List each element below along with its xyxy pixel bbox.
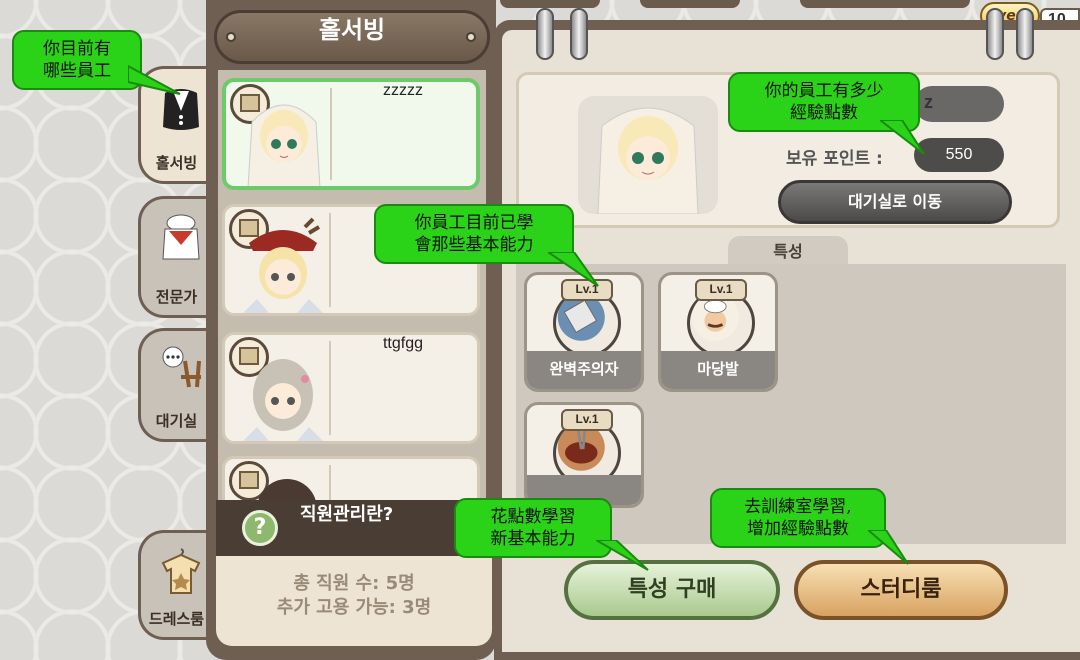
trait-card[interactable]: Lv.1 마당발 [658,272,778,392]
tab-label: 드레스룸 [148,610,205,628]
callout-line: 你員工目前已學 [414,213,534,233]
name-field: z [914,86,1004,122]
top-frame-piece [800,0,970,8]
callout-buy: 花點數學習 新基本能力 [454,498,612,558]
employee-avatar [247,104,321,186]
points-label: 보유 포인트 : [786,149,883,169]
help-label[interactable]: 직원관리란? [300,500,393,556]
callout-employees: 你目前有 哪些員工 [12,30,142,90]
dress-hanger-icon [161,548,201,594]
callout-line: 花點數學習 [490,507,576,527]
callout-tail [868,530,909,565]
trait-level: Lv.1 [695,279,747,301]
card-divider [330,88,332,180]
callout-line: 你的員工有多少 [764,81,884,101]
employee-card[interactable] [222,456,480,506]
top-frame-piece [500,0,600,8]
callout-tail [548,252,599,287]
trait-name: 완벽주의자 [527,351,641,389]
binder-ring [1016,8,1034,60]
callout-line: 增加經驗點數 [747,519,849,539]
tab-label: 전문가 [155,288,198,306]
extra-hire: 추가 고용 가능: 3명 [276,597,432,618]
tab-label: 홀서빙 [155,154,198,172]
callout-tail [596,540,649,571]
callout-tail [128,64,181,95]
trait-card[interactable]: Lv.1 [524,402,644,508]
total-staff: 총 직원 수: 5명 [293,573,415,594]
callout-line: 哪些員工 [43,61,111,81]
card-divider [329,465,331,500]
question-icon[interactable]: ? [242,510,278,546]
employee-card[interactable]: zzzzz [222,78,480,190]
employee-card[interactable]: ttgfgg [222,332,480,444]
move-to-waiting-room-button[interactable]: 대기실로 이동 [778,180,1012,224]
trait-level: Lv.1 [561,409,613,431]
tab-label: 대기실 [155,412,198,430]
top-frame-piece [640,0,740,8]
staff-stats: 총 직원 수: 5명 추가 고용 가능: 3명 [216,556,492,646]
callout-line: 你目前有 [43,39,111,59]
binder-ring [986,8,1004,60]
employee-name: ttgfgg [382,335,424,352]
callout-line: 新基本能力 [490,529,576,549]
callout-tail [880,120,925,155]
chef-uniform-icon [162,214,200,260]
callout-line: 去訓練室學習, [744,497,852,517]
callout-line: 會那些基本能力 [414,235,534,255]
name-value: z [924,92,933,112]
employee-name [335,459,471,506]
trait-name: 마당발 [661,351,775,389]
binder-ring [536,8,554,60]
binder-ring [570,8,588,60]
callout-study: 去訓練室學習, 增加經驗點數 [710,488,886,548]
employee-portrait [597,107,699,214]
card-divider [329,213,331,307]
employee-name: zzzzz [383,82,423,99]
list-title: 홀서빙 [318,16,386,44]
card-divider [329,341,331,435]
employee-avatar [243,359,323,441]
employee-avatar [243,217,323,313]
chair-chat-icon [162,346,201,388]
callout-abilities: 你員工目前已學 會那些基本能力 [374,204,574,264]
